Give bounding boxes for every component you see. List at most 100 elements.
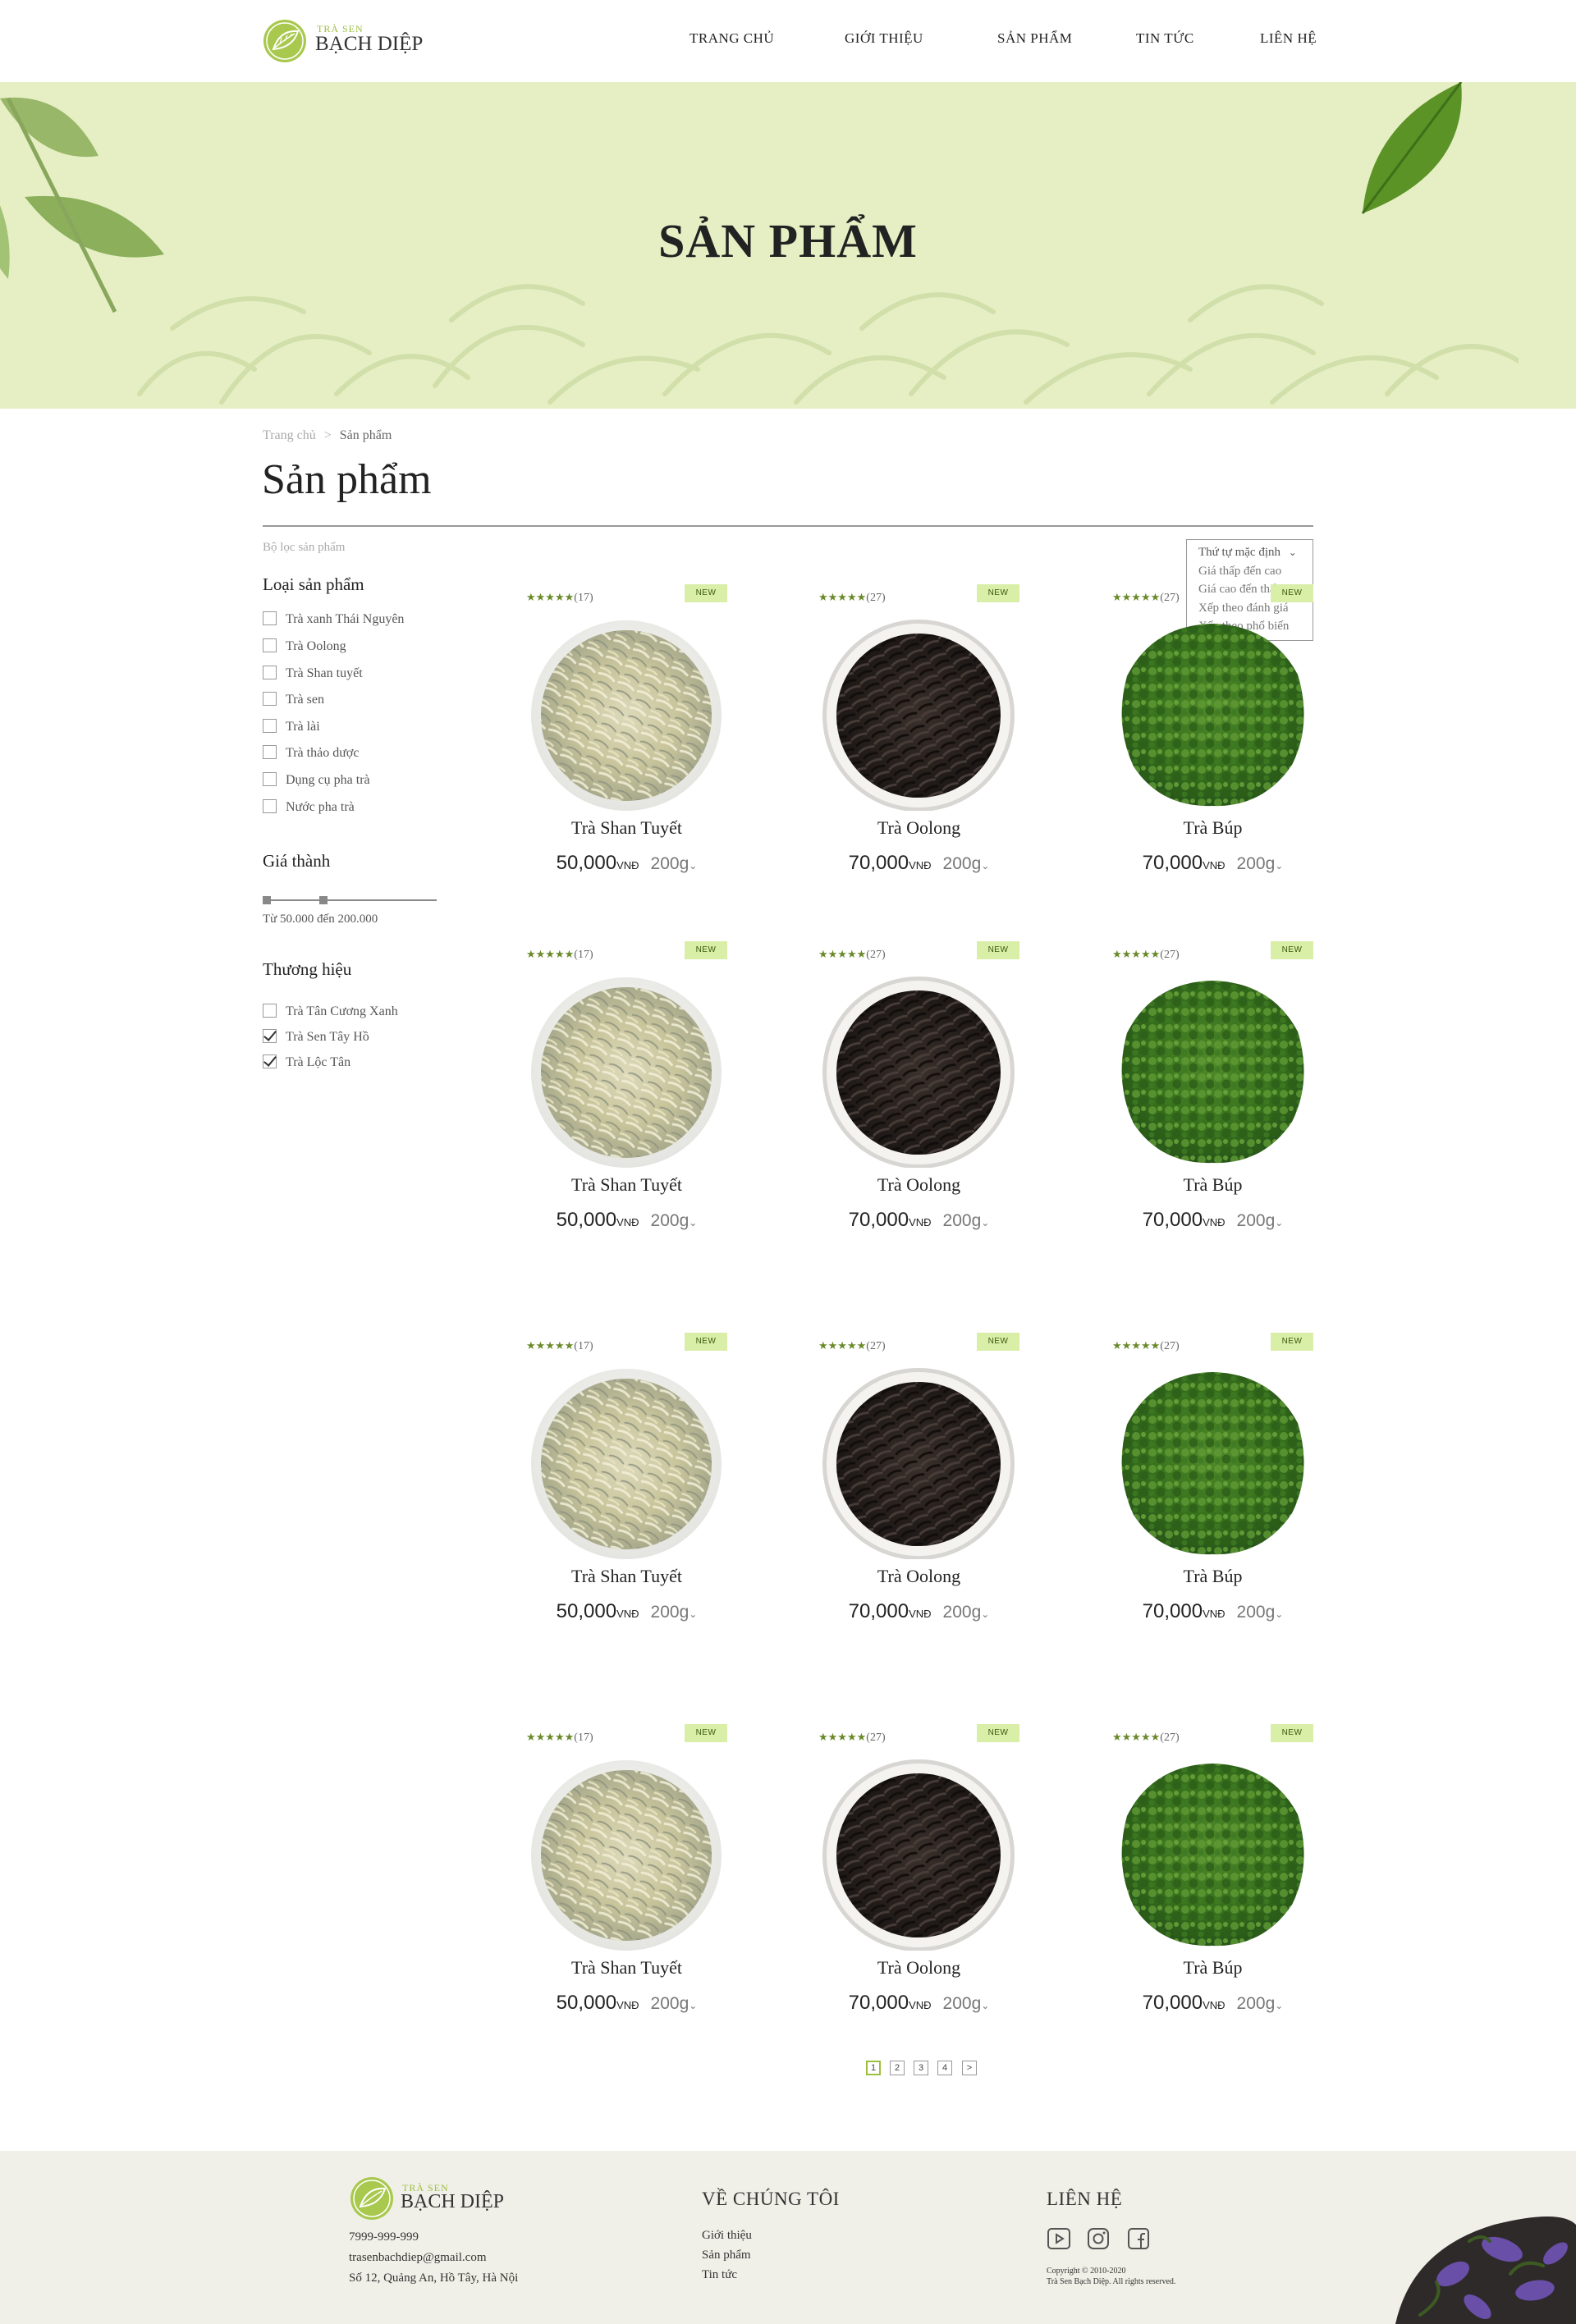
weight-selector[interactable]: 200g⌄ bbox=[1237, 1603, 1284, 1622]
new-badge: NEW bbox=[685, 1333, 727, 1351]
category-checkbox[interactable] bbox=[263, 745, 277, 759]
brand-checkbox[interactable] bbox=[263, 1029, 277, 1043]
product-name[interactable]: Trà Shan Tuyết bbox=[526, 1566, 727, 1587]
nav-san-pham[interactable]: SẢN PHẨM bbox=[997, 30, 1072, 47]
product-card[interactable]: ★★★★★(27) NEW Trà Búp 70,000VNĐ 200g⌄ bbox=[1112, 584, 1313, 886]
product-card[interactable]: ★★★★★(17) NEW Trà Shan Tuyết 50,000VNĐ 200g⌄ bbox=[526, 1333, 727, 1635]
product-image-black-tea-bowl[interactable] bbox=[822, 974, 1015, 1169]
product-name[interactable]: Trà Oolong bbox=[818, 817, 1019, 839]
product-name[interactable]: Trà Shan Tuyết bbox=[526, 1957, 727, 1979]
nav-gioi-thieu[interactable]: GIỚI THIỆU bbox=[845, 30, 923, 47]
category-checkbox[interactable] bbox=[263, 638, 277, 652]
brand-checkbox[interactable] bbox=[263, 1054, 277, 1068]
youtube-icon[interactable] bbox=[1047, 2226, 1071, 2251]
brand-label[interactable]: Trà Sen Tây Hồ bbox=[286, 1030, 369, 1045]
product-card[interactable]: ★★★★★(27) NEW Trà Oolong 70,000VNĐ 200g⌄ bbox=[818, 941, 1019, 1243]
product-card[interactable]: ★★★★★(27) NEW Trà Búp 70,000VNĐ 200g⌄ bbox=[1112, 941, 1313, 1243]
product-name[interactable]: Trà Búp bbox=[1112, 1566, 1313, 1587]
sort-option-price-asc[interactable]: Giá thấp đến cao bbox=[1198, 562, 1313, 581]
weight-selector[interactable]: 200g⌄ bbox=[1237, 1994, 1284, 2013]
product-image-white-tea-bowl[interactable] bbox=[529, 974, 723, 1168]
sort-option-default[interactable]: Thứ tự mặc định ⌄ bbox=[1198, 543, 1313, 562]
product-image-white-tea-bowl[interactable] bbox=[529, 1366, 723, 1559]
product-image-black-tea-bowl[interactable] bbox=[822, 617, 1015, 812]
product-rating: ★★★★★(17) bbox=[526, 1731, 593, 1745]
weight-selector[interactable]: 200g⌄ bbox=[943, 1211, 990, 1230]
weight-selector[interactable]: 200g⌄ bbox=[943, 854, 990, 873]
product-image-white-tea-bowl[interactable] bbox=[529, 1757, 723, 1951]
product-card[interactable]: ★★★★★(27) NEW Trà Oolong 70,000VNĐ 200g⌄ bbox=[818, 1333, 1019, 1635]
product-name[interactable]: Trà Shan Tuyết bbox=[526, 817, 727, 839]
category-label[interactable]: Nước pha trà bbox=[286, 800, 355, 815]
product-card[interactable]: ★★★★★(17) NEW Trà Shan Tuyết 50,000VNĐ 200g⌄ bbox=[526, 941, 727, 1243]
facebook-icon[interactable] bbox=[1126, 2226, 1151, 2251]
category-label[interactable]: Trà Oolong bbox=[286, 639, 346, 654]
page-2-button[interactable]: 2 bbox=[890, 2061, 905, 2075]
category-checkbox[interactable] bbox=[263, 666, 277, 679]
category-label[interactable]: Trà sen bbox=[286, 693, 324, 707]
category-checkbox[interactable] bbox=[263, 799, 277, 813]
page-3-button[interactable]: 3 bbox=[914, 2061, 928, 2075]
footer-logo[interactable]: TRÀ SEN BẠCH DIỆP bbox=[349, 2175, 529, 2225]
footer-link-gioi-thieu[interactable]: Giới thiệu bbox=[702, 2229, 752, 2243]
category-checkbox[interactable] bbox=[263, 692, 277, 706]
category-label[interactable]: Dụng cụ pha trà bbox=[286, 773, 370, 788]
product-card[interactable]: ★★★★★(27) NEW Trà Oolong 70,000VNĐ 200g⌄ bbox=[818, 1724, 1019, 2026]
product-image-green-tea-pile[interactable] bbox=[1116, 617, 1309, 811]
product-name[interactable]: Trà Oolong bbox=[818, 1957, 1019, 1979]
weight-selector[interactable]: 200g⌄ bbox=[943, 1603, 990, 1622]
product-image-white-tea-bowl[interactable] bbox=[529, 617, 723, 811]
category-label[interactable]: Trà thảo dược bbox=[286, 746, 359, 761]
weight-selector[interactable]: 200g⌄ bbox=[943, 1994, 990, 2013]
nav-trang-chu[interactable]: TRANG CHỦ bbox=[690, 30, 774, 47]
product-card[interactable]: ★★★★★(27) NEW Trà Búp 70,000VNĐ 200g⌄ bbox=[1112, 1724, 1313, 2026]
instagram-icon[interactable] bbox=[1086, 2226, 1111, 2251]
product-name[interactable]: Trà Shan Tuyết bbox=[526, 1174, 727, 1196]
product-image-green-tea-pile[interactable] bbox=[1116, 974, 1309, 1168]
weight-selector[interactable]: 200g⌄ bbox=[651, 1994, 698, 2013]
brand-label[interactable]: Trà Tân Cương Xanh bbox=[286, 1004, 398, 1019]
price-range-min-handle[interactable] bbox=[263, 896, 271, 904]
star-rating-icon: ★★★★★ bbox=[818, 1731, 867, 1743]
product-name[interactable]: Trà Búp bbox=[1112, 1174, 1313, 1196]
brand-label[interactable]: Trà Lộc Tân bbox=[286, 1055, 350, 1070]
page-1-button[interactable]: 1 bbox=[866, 2061, 881, 2075]
product-card[interactable]: ★★★★★(17) NEW Trà Shan Tuyết 50,000VNĐ 200g⌄ bbox=[526, 584, 727, 886]
category-checkbox[interactable] bbox=[263, 719, 277, 733]
product-name[interactable]: Trà Búp bbox=[1112, 1957, 1313, 1979]
category-label[interactable]: Trà xanh Thái Nguyên bbox=[286, 612, 404, 627]
product-image-green-tea-pile[interactable] bbox=[1116, 1757, 1309, 1951]
brand-checkbox[interactable] bbox=[263, 1004, 277, 1018]
page-4-button[interactable]: 4 bbox=[937, 2061, 952, 2075]
product-name[interactable]: Trà Búp bbox=[1112, 817, 1313, 839]
weight-selector[interactable]: 200g⌄ bbox=[1237, 1211, 1284, 1230]
brand-logo[interactable]: TRÀ SEN BẠCH DIỆP bbox=[262, 16, 442, 66]
product-image-black-tea-bowl[interactable] bbox=[822, 1757, 1015, 1951]
category-label[interactable]: Trà Shan tuyết bbox=[286, 666, 363, 681]
price-range-track[interactable] bbox=[263, 899, 437, 901]
category-checkbox[interactable] bbox=[263, 611, 277, 625]
next-page-button[interactable]: > bbox=[962, 2061, 977, 2075]
product-name[interactable]: Trà Oolong bbox=[818, 1174, 1019, 1196]
weight-selector[interactable]: 200g⌄ bbox=[651, 1211, 698, 1230]
product-image-black-tea-bowl[interactable] bbox=[822, 1366, 1015, 1560]
product-name[interactable]: Trà Oolong bbox=[818, 1566, 1019, 1587]
weight-selector[interactable]: 200g⌄ bbox=[1237, 854, 1284, 873]
price-range-max-handle[interactable] bbox=[319, 896, 328, 904]
product-card[interactable]: ★★★★★(27) NEW Trà Búp 70,000VNĐ 200g⌄ bbox=[1112, 1333, 1313, 1635]
footer-link-tin-tuc[interactable]: Tin tức bbox=[702, 2268, 737, 2282]
footer-email[interactable]: trasenbachdiep@gmail.com bbox=[349, 2251, 487, 2265]
footer-link-san-pham[interactable]: Sản phẩm bbox=[702, 2249, 751, 2262]
nav-lien-he[interactable]: LIÊN HỆ bbox=[1260, 30, 1317, 47]
category-label[interactable]: Trà lài bbox=[286, 720, 320, 734]
breadcrumb-home[interactable]: Trang chủ bbox=[263, 428, 316, 442]
weight-selector[interactable]: 200g⌄ bbox=[651, 1603, 698, 1622]
product-price: 50,000VNĐ 200g⌄ bbox=[526, 1992, 727, 2015]
star-rating-icon: ★★★★★ bbox=[1112, 1339, 1161, 1352]
product-card[interactable]: ★★★★★(27) NEW Trà Oolong 70,000VNĐ 200g⌄ bbox=[818, 584, 1019, 886]
nav-tin-tuc[interactable]: TIN TỨC bbox=[1136, 30, 1194, 47]
product-image-green-tea-pile[interactable] bbox=[1116, 1366, 1309, 1559]
weight-selector[interactable]: 200g⌄ bbox=[651, 854, 698, 873]
product-card[interactable]: ★★★★★(17) NEW Trà Shan Tuyết 50,000VNĐ 200g⌄ bbox=[526, 1724, 727, 2026]
category-checkbox[interactable] bbox=[263, 772, 277, 786]
